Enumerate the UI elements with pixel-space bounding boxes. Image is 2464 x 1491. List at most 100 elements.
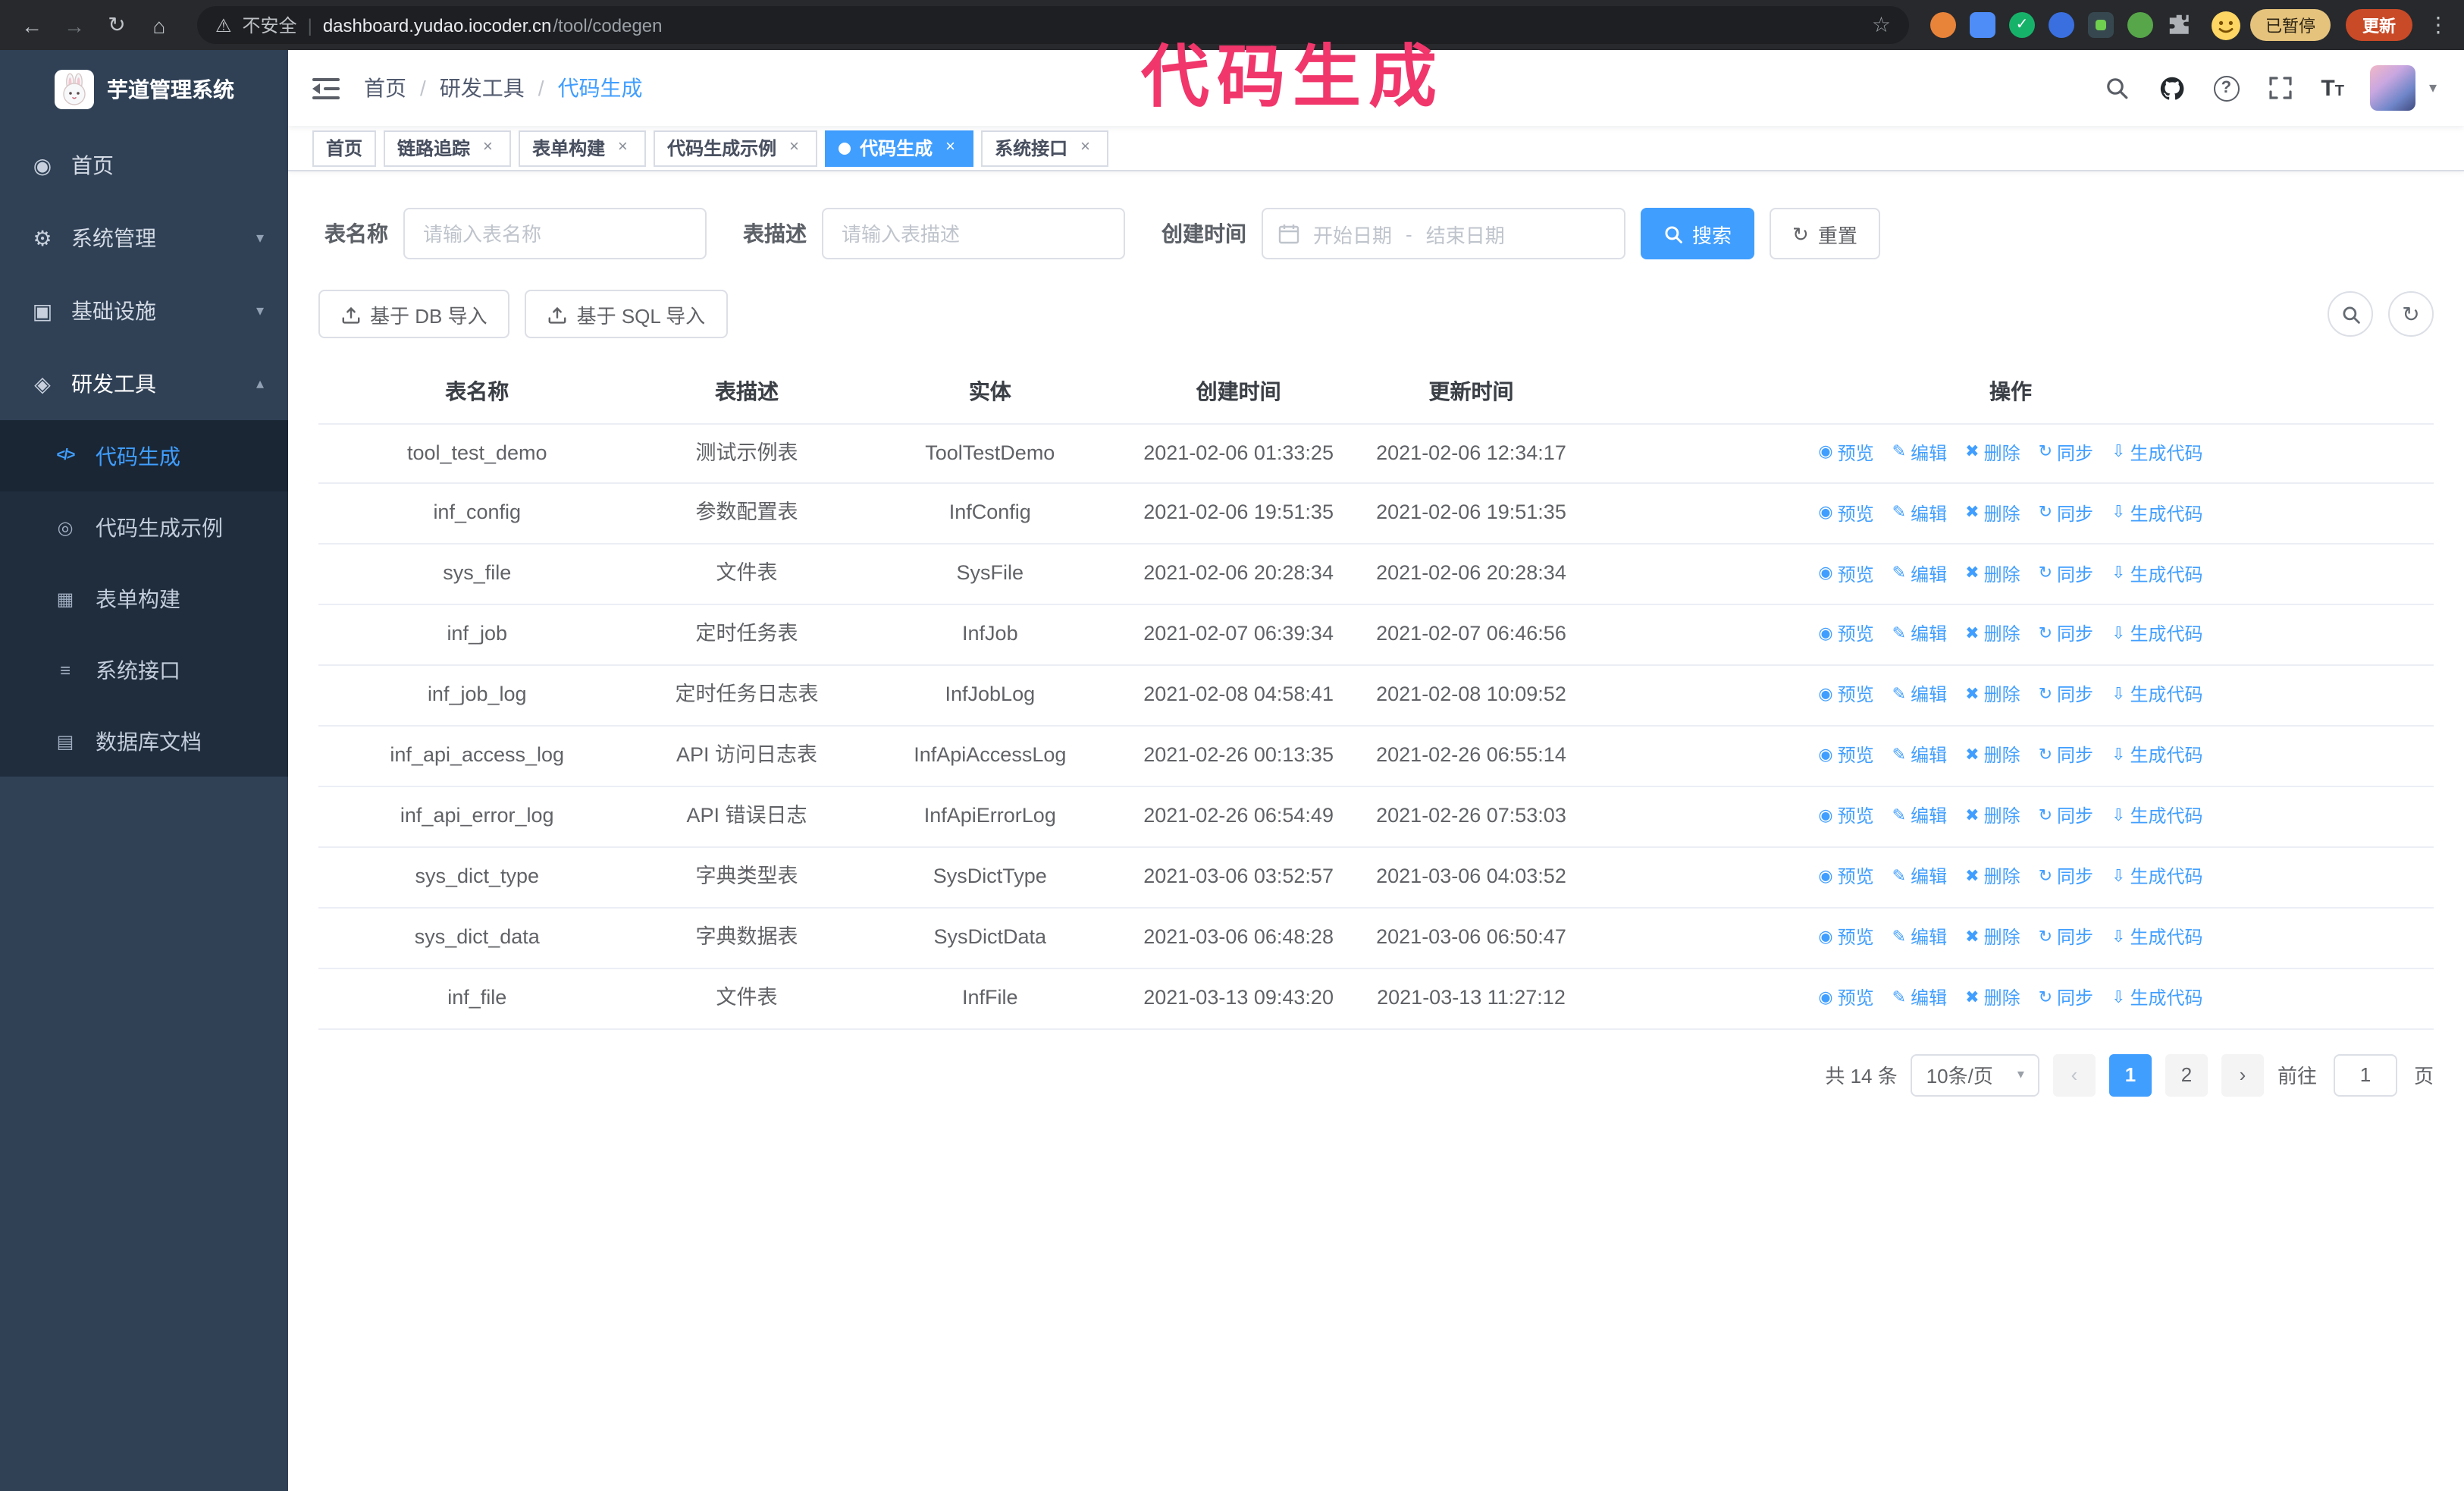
row-action-delete[interactable]: ✖ 删除 <box>1965 863 2020 891</box>
row-action-preview[interactable]: ◉ 预览 <box>1818 560 1873 589</box>
sidebar-subitem-system-api[interactable]: ≡ 系统接口 <box>0 634 288 705</box>
row-action-generate-code[interactable]: ⇩ 生成代码 <box>2111 560 2202 589</box>
row-action-delete[interactable]: ✖ 删除 <box>1965 621 2020 649</box>
row-action-edit[interactable]: ✎ 编辑 <box>1892 500 1947 528</box>
row-action-delete[interactable]: ✖ 删除 <box>1965 984 2020 1012</box>
close-icon[interactable]: × <box>1075 138 1095 158</box>
row-action-preview[interactable]: ◉ 预览 <box>1818 621 1873 649</box>
back-icon[interactable]: ← <box>15 8 49 42</box>
reset-button[interactable]: ↻ 重置 <box>1770 208 1880 259</box>
row-action-sync[interactable]: ↻ 同步 <box>2039 621 2093 649</box>
help-icon[interactable]: ? <box>2213 75 2240 101</box>
row-action-generate-code[interactable]: ⇩ 生成代码 <box>2111 984 2202 1012</box>
leaf-extension-icon[interactable] <box>2127 12 2153 38</box>
breadcrumb-devtools[interactable]: 研发工具 <box>440 73 525 103</box>
row-action-sync[interactable]: ↻ 同步 <box>2039 439 2093 467</box>
dark-extension-icon[interactable] <box>2088 12 2114 38</box>
tab-form-builder[interactable]: 表单构建 × <box>519 130 647 166</box>
sidebar-item-devtools[interactable]: ◈ 研发工具 ▴ <box>0 347 288 420</box>
extensions-puzzle-icon[interactable] <box>2167 12 2193 38</box>
tab-codegen[interactable]: 代码生成 × <box>825 130 974 166</box>
user-avatar[interactable] <box>2369 65 2415 111</box>
row-action-sync[interactable]: ↻ 同步 <box>2039 802 2093 830</box>
row-action-preview[interactable]: ◉ 预览 <box>1818 439 1873 467</box>
green-check-extension-icon[interactable]: ✓ <box>2009 12 2035 38</box>
next-page-button[interactable]: › <box>2221 1053 2264 1097</box>
row-action-preview[interactable]: ◉ 预览 <box>1818 863 1873 891</box>
sidebar-subitem-db-doc[interactable]: ▤ 数据库文档 <box>0 705 288 777</box>
row-action-edit[interactable]: ✎ 编辑 <box>1892 863 1947 891</box>
reload-icon[interactable]: ↻ <box>100 8 133 42</box>
browser-menu-icon[interactable]: ⋮ <box>2428 12 2449 38</box>
row-action-delete[interactable]: ✖ 删除 <box>1965 802 2020 830</box>
people-extension-icon[interactable] <box>2049 12 2074 38</box>
table-name-input[interactable] <box>403 208 707 259</box>
tab-home[interactable]: 首页 <box>312 130 377 166</box>
row-action-sync[interactable]: ↻ 同步 <box>2039 924 2093 952</box>
sidebar-toggle-icon[interactable] <box>309 71 343 105</box>
row-action-sync[interactable]: ↻ 同步 <box>2039 742 2093 771</box>
bookmark-star-icon[interactable]: ☆ <box>1872 12 1891 38</box>
row-action-delete[interactable]: ✖ 删除 <box>1965 500 2020 528</box>
row-action-edit[interactable]: ✎ 编辑 <box>1892 621 1947 649</box>
row-action-sync[interactable]: ↻ 同步 <box>2039 560 2093 589</box>
row-action-edit[interactable]: ✎ 编辑 <box>1892 682 1947 710</box>
row-action-preview[interactable]: ◉ 预览 <box>1818 984 1873 1012</box>
row-action-preview[interactable]: ◉ 预览 <box>1818 924 1873 952</box>
row-action-delete[interactable]: ✖ 删除 <box>1965 682 2020 710</box>
search-icon[interactable] <box>2101 73 2131 103</box>
close-icon[interactable]: × <box>613 138 632 158</box>
page-button-2[interactable]: 2 <box>2165 1053 2208 1097</box>
import-sql-button[interactable]: 基于 SQL 导入 <box>525 290 729 338</box>
sidebar-item-infra[interactable]: ▣ 基础设施 ▾ <box>0 275 288 347</box>
font-size-icon[interactable]: TT <box>2321 75 2344 101</box>
row-action-preview[interactable]: ◉ 预览 <box>1818 742 1873 771</box>
row-action-delete[interactable]: ✖ 删除 <box>1965 560 2020 589</box>
chevron-down-icon[interactable]: ▾ <box>2429 80 2437 96</box>
sidebar-item-system[interactable]: ⚙ 系统管理 ▾ <box>0 202 288 275</box>
row-action-edit[interactable]: ✎ 编辑 <box>1892 984 1947 1012</box>
table-desc-input[interactable] <box>822 208 1125 259</box>
row-action-sync[interactable]: ↻ 同步 <box>2039 863 2093 891</box>
fullscreen-icon[interactable] <box>2265 73 2295 103</box>
page-size-select[interactable]: 10条/页 ▾ <box>1911 1053 2039 1097</box>
search-button[interactable]: 搜索 <box>1641 208 1755 259</box>
profile-avatar-icon[interactable] <box>2211 10 2241 40</box>
import-db-button[interactable]: 基于 DB 导入 <box>318 290 510 338</box>
row-action-sync[interactable]: ↻ 同步 <box>2039 682 2093 710</box>
tab-tracing[interactable]: 链路追踪 × <box>384 130 512 166</box>
row-action-generate-code[interactable]: ⇩ 生成代码 <box>2111 682 2202 710</box>
row-action-edit[interactable]: ✎ 编辑 <box>1892 742 1947 771</box>
sidebar-item-home[interactable]: ◉ 首页 <box>0 129 288 202</box>
update-button[interactable]: 更新 <box>2346 9 2412 41</box>
breadcrumb-home[interactable]: 首页 <box>364 73 406 103</box>
row-action-delete[interactable]: ✖ 删除 <box>1965 924 2020 952</box>
goto-page-input[interactable] <box>2333 1053 2397 1097</box>
row-action-generate-code[interactable]: ⇩ 生成代码 <box>2111 802 2202 830</box>
row-action-edit[interactable]: ✎ 编辑 <box>1892 924 1947 952</box>
row-action-preview[interactable]: ◉ 预览 <box>1818 682 1873 710</box>
row-action-edit[interactable]: ✎ 编辑 <box>1892 439 1947 467</box>
row-action-generate-code[interactable]: ⇩ 生成代码 <box>2111 742 2202 771</box>
forward-icon[interactable]: → <box>58 8 91 42</box>
close-icon[interactable]: × <box>478 138 497 158</box>
row-action-delete[interactable]: ✖ 删除 <box>1965 439 2020 467</box>
sidebar-subitem-form-builder[interactable]: ▦ 表单构建 <box>0 563 288 634</box>
row-action-generate-code[interactable]: ⇩ 生成代码 <box>2111 621 2202 649</box>
row-action-edit[interactable]: ✎ 编辑 <box>1892 802 1947 830</box>
sidebar-subitem-codegen[interactable]: </> 代码生成 <box>0 420 288 491</box>
row-action-sync[interactable]: ↻ 同步 <box>2039 500 2093 528</box>
tab-system-api[interactable]: 系统接口 × <box>981 130 1109 166</box>
date-range-picker[interactable]: 开始日期 - 结束日期 <box>1262 208 1625 259</box>
sidebar-subitem-codegen-example[interactable]: ◎ 代码生成示例 <box>0 491 288 563</box>
row-action-preview[interactable]: ◉ 预览 <box>1818 802 1873 830</box>
row-action-edit[interactable]: ✎ 编辑 <box>1892 560 1947 589</box>
row-action-generate-code[interactable]: ⇩ 生成代码 <box>2111 439 2202 467</box>
github-icon[interactable] <box>2157 73 2187 103</box>
prev-page-button[interactable]: ‹ <box>2052 1053 2096 1097</box>
row-action-delete[interactable]: ✖ 删除 <box>1965 742 2020 771</box>
address-bar[interactable]: ⚠ 不安全 | dashboard.yudao.iocoder.cn /tool… <box>197 6 1909 44</box>
row-action-generate-code[interactable]: ⇩ 生成代码 <box>2111 863 2202 891</box>
row-action-sync[interactable]: ↻ 同步 <box>2039 984 2093 1012</box>
row-action-generate-code[interactable]: ⇩ 生成代码 <box>2111 500 2202 528</box>
